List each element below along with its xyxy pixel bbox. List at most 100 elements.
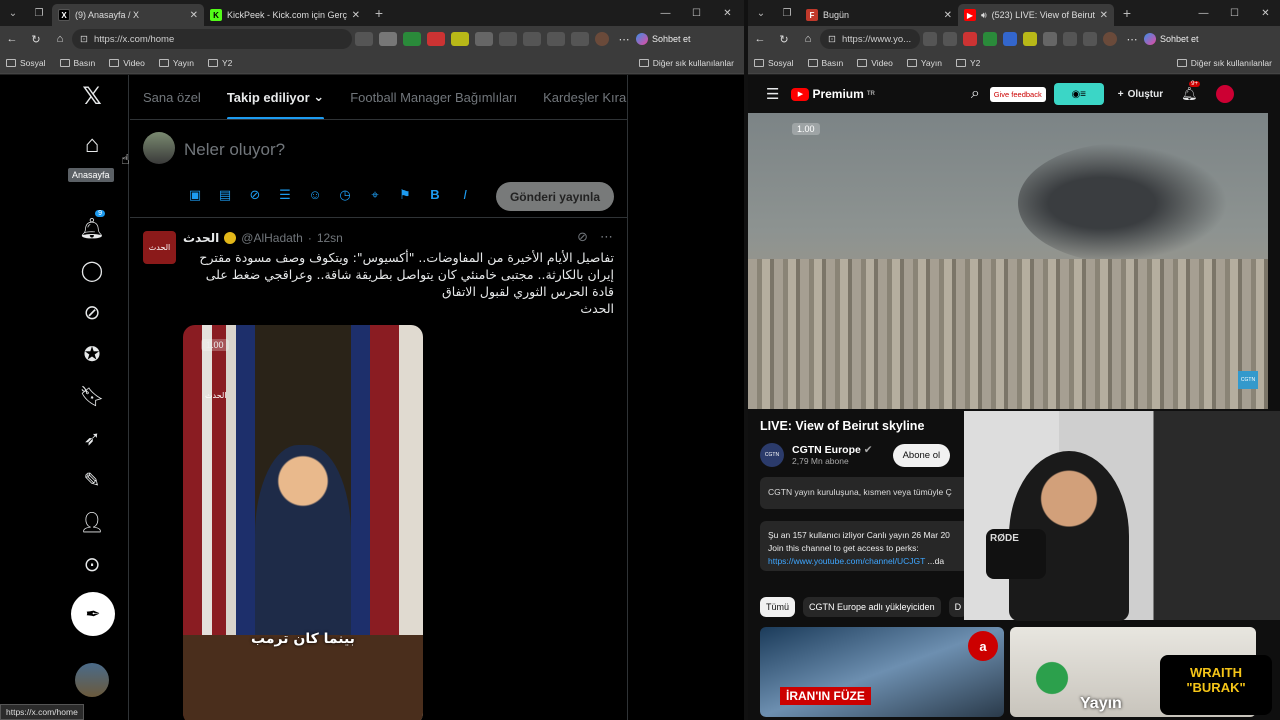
bookmark-folder[interactable]: Video xyxy=(109,58,145,68)
favorites-icon[interactable] xyxy=(1083,32,1097,46)
tab-bugun[interactable]: F Bugün ✕ xyxy=(800,4,958,26)
compose-post-button[interactable]: ✒ xyxy=(71,592,115,636)
x-logo-icon[interactable]: 𝕏 xyxy=(71,75,113,117)
close-tab-icon[interactable]: ✕ xyxy=(352,10,360,21)
minimize-icon[interactable]: — xyxy=(650,8,681,19)
location-icon[interactable]: ⌖ xyxy=(366,187,384,203)
account-avatar[interactable] xyxy=(75,663,109,697)
channel-watermark[interactable]: CGTN xyxy=(1238,371,1258,389)
back-icon[interactable]: ← xyxy=(0,33,24,45)
tab-kickpeek[interactable]: K KickPeek - Kick.com için Gerçek Z ✕ xyxy=(204,4,366,26)
extension-icon[interactable] xyxy=(963,32,977,46)
workspaces-icon[interactable]: ❐ xyxy=(26,0,52,26)
other-favorites[interactable]: Diğer sık kullanılanlar xyxy=(1176,58,1272,68)
tab-for-you[interactable]: Sana özel xyxy=(130,75,214,119)
split-view-icon[interactable] xyxy=(1063,32,1077,46)
create-button[interactable]: + Oluştur xyxy=(1118,89,1163,100)
workspaces-icon[interactable]: ❐ xyxy=(774,0,800,26)
grok-icon[interactable]: ⊘ xyxy=(71,291,113,333)
related-video-thumbnail[interactable]: a İRAN'IN FÜZE xyxy=(760,627,1004,717)
tab-list-kardesler[interactable]: Kardeşler Kıra xyxy=(530,75,627,119)
tweet-time[interactable]: 12sn xyxy=(317,231,343,245)
extension-icon[interactable] xyxy=(1043,32,1057,46)
bookmark-folder[interactable]: Y2 xyxy=(955,58,980,68)
refresh-icon[interactable]: ↻ xyxy=(24,33,48,46)
extension-toolbar-icon[interactable]: ◉≡ xyxy=(1053,83,1104,105)
extension-icon[interactable] xyxy=(427,32,445,46)
url-field[interactable]: ⊡ https://www.yo... xyxy=(820,29,920,49)
collections-icon[interactable] xyxy=(547,32,565,46)
close-window-icon[interactable]: ✕ xyxy=(1250,8,1280,19)
close-tab-icon[interactable]: ✕ xyxy=(190,10,198,21)
new-tab-icon[interactable]: + xyxy=(366,0,392,26)
search-icon[interactable]: ⌕ xyxy=(971,85,980,103)
home-icon[interactable]: ⌂ xyxy=(796,33,820,45)
bookmark-folder[interactable]: Y2 xyxy=(207,58,232,68)
media-icon[interactable]: ▣ xyxy=(186,187,204,203)
tab-youtube-live[interactable]: ▶ 🔊︎ (523) LIVE: View of Beirut skyli ✕ xyxy=(958,4,1114,26)
tweet-author[interactable]: الحدث xyxy=(183,231,219,245)
bookmark-folder[interactable]: Yayın xyxy=(158,58,194,68)
youtube-logo[interactable]: ▶ Premium TR xyxy=(791,87,875,101)
favorites-icon[interactable] xyxy=(523,32,541,46)
italic-icon[interactable]: I xyxy=(456,187,474,203)
notifications-icon[interactable]: 🔔︎ 9+ xyxy=(1181,81,1200,102)
extension-icon[interactable] xyxy=(1023,32,1037,46)
tweet-avatar[interactable]: الحدث xyxy=(143,231,176,264)
compose-input[interactable]: Neler oluyor? xyxy=(184,140,285,160)
bookmark-folder[interactable]: Basın xyxy=(807,58,843,68)
emoji-icon[interactable]: ☺ xyxy=(306,187,324,203)
home-icon[interactable]: ⌂ xyxy=(71,124,113,166)
jobs-icon[interactable]: ➶ xyxy=(71,417,113,459)
home-icon[interactable]: ⌂ xyxy=(48,33,72,45)
tab-actions-icon[interactable]: ⌄ xyxy=(0,0,26,26)
post-button[interactable]: Gönderi yayınla xyxy=(495,182,614,211)
notifications-icon[interactable]: 🔔︎ 9 xyxy=(71,207,113,249)
subscribe-button[interactable]: Abone ol xyxy=(892,443,951,467)
hamburger-menu-icon[interactable]: ☰ xyxy=(766,85,779,103)
show-more-link[interactable]: ...da xyxy=(928,556,945,566)
more-menu-icon[interactable]: ⋯ xyxy=(1120,33,1144,46)
bookmark-folder[interactable]: Yayın xyxy=(906,58,942,68)
extension-icon[interactable] xyxy=(355,32,373,46)
maximize-icon[interactable]: ☐ xyxy=(681,8,712,19)
back-icon[interactable]: ← xyxy=(748,33,772,45)
bookmarks-icon[interactable]: 🔖︎ xyxy=(71,375,113,417)
extension-icon[interactable] xyxy=(379,32,397,46)
video-player[interactable]: 1.00 CGTN xyxy=(748,113,1268,409)
other-favorites[interactable]: Diğer sık kullanılanlar xyxy=(638,58,734,68)
messages-icon[interactable]: ◯ xyxy=(71,249,113,291)
extension-icon[interactable] xyxy=(403,32,421,46)
chip-all[interactable]: Tümü xyxy=(760,597,796,617)
tweet[interactable]: الحدث الحدث @AlHadath · 12sn ⊘ ⋯ تفاصيل … xyxy=(130,219,627,720)
articles-icon[interactable]: ✎ xyxy=(71,459,113,501)
copilot-button[interactable]: Sohbet et xyxy=(1144,33,1199,45)
more-icon[interactable]: ⊙ xyxy=(71,543,113,585)
bookmark-folder[interactable]: Sosyal xyxy=(6,58,46,68)
close-tab-icon[interactable]: ✕ xyxy=(1100,10,1108,21)
site-info-icon[interactable]: ⊡ xyxy=(80,34,88,45)
close-tab-icon[interactable]: ✕ xyxy=(944,10,952,21)
tab-actions-icon[interactable]: ⌄ xyxy=(748,0,774,26)
maximize-icon[interactable]: ☐ xyxy=(1219,8,1250,19)
bold-icon[interactable]: B xyxy=(426,187,444,203)
url-field[interactable]: ⊡ https://x.com/home xyxy=(72,29,352,49)
chip-from-uploader[interactable]: CGTN Europe adlı yükleyiciden xyxy=(803,597,941,617)
more-options-icon[interactable]: ⋯ xyxy=(600,229,613,245)
give-feedback-button[interactable]: Give feedback xyxy=(989,86,1046,102)
state-media-notice[interactable]: CGTN yayın kuruluşuna, kısmen veya tümüy… xyxy=(760,477,970,509)
more-menu-icon[interactable]: ⋯ xyxy=(612,33,636,46)
site-info-icon[interactable]: ⊡ xyxy=(828,34,836,45)
account-avatar[interactable] xyxy=(1215,85,1234,103)
tab-x-home[interactable]: X (9) Anasayfa / X ✕ xyxy=(52,4,204,26)
extension-icon[interactable] xyxy=(943,32,957,46)
profile-icon[interactable]: 👤︎ xyxy=(71,501,113,543)
description-link[interactable]: https://www.youtube.com/channel/UCJGT xyxy=(768,556,925,566)
extension-icon[interactable] xyxy=(475,32,493,46)
extension-icon[interactable] xyxy=(451,32,469,46)
grok-icon[interactable]: ⊘ xyxy=(246,187,264,203)
schedule-icon[interactable]: ◷ xyxy=(336,187,354,203)
profile-avatar[interactable] xyxy=(1103,32,1117,46)
tab-list-fm[interactable]: Football Manager Bağımlıları xyxy=(337,75,530,119)
close-window-icon[interactable]: ✕ xyxy=(712,8,743,19)
